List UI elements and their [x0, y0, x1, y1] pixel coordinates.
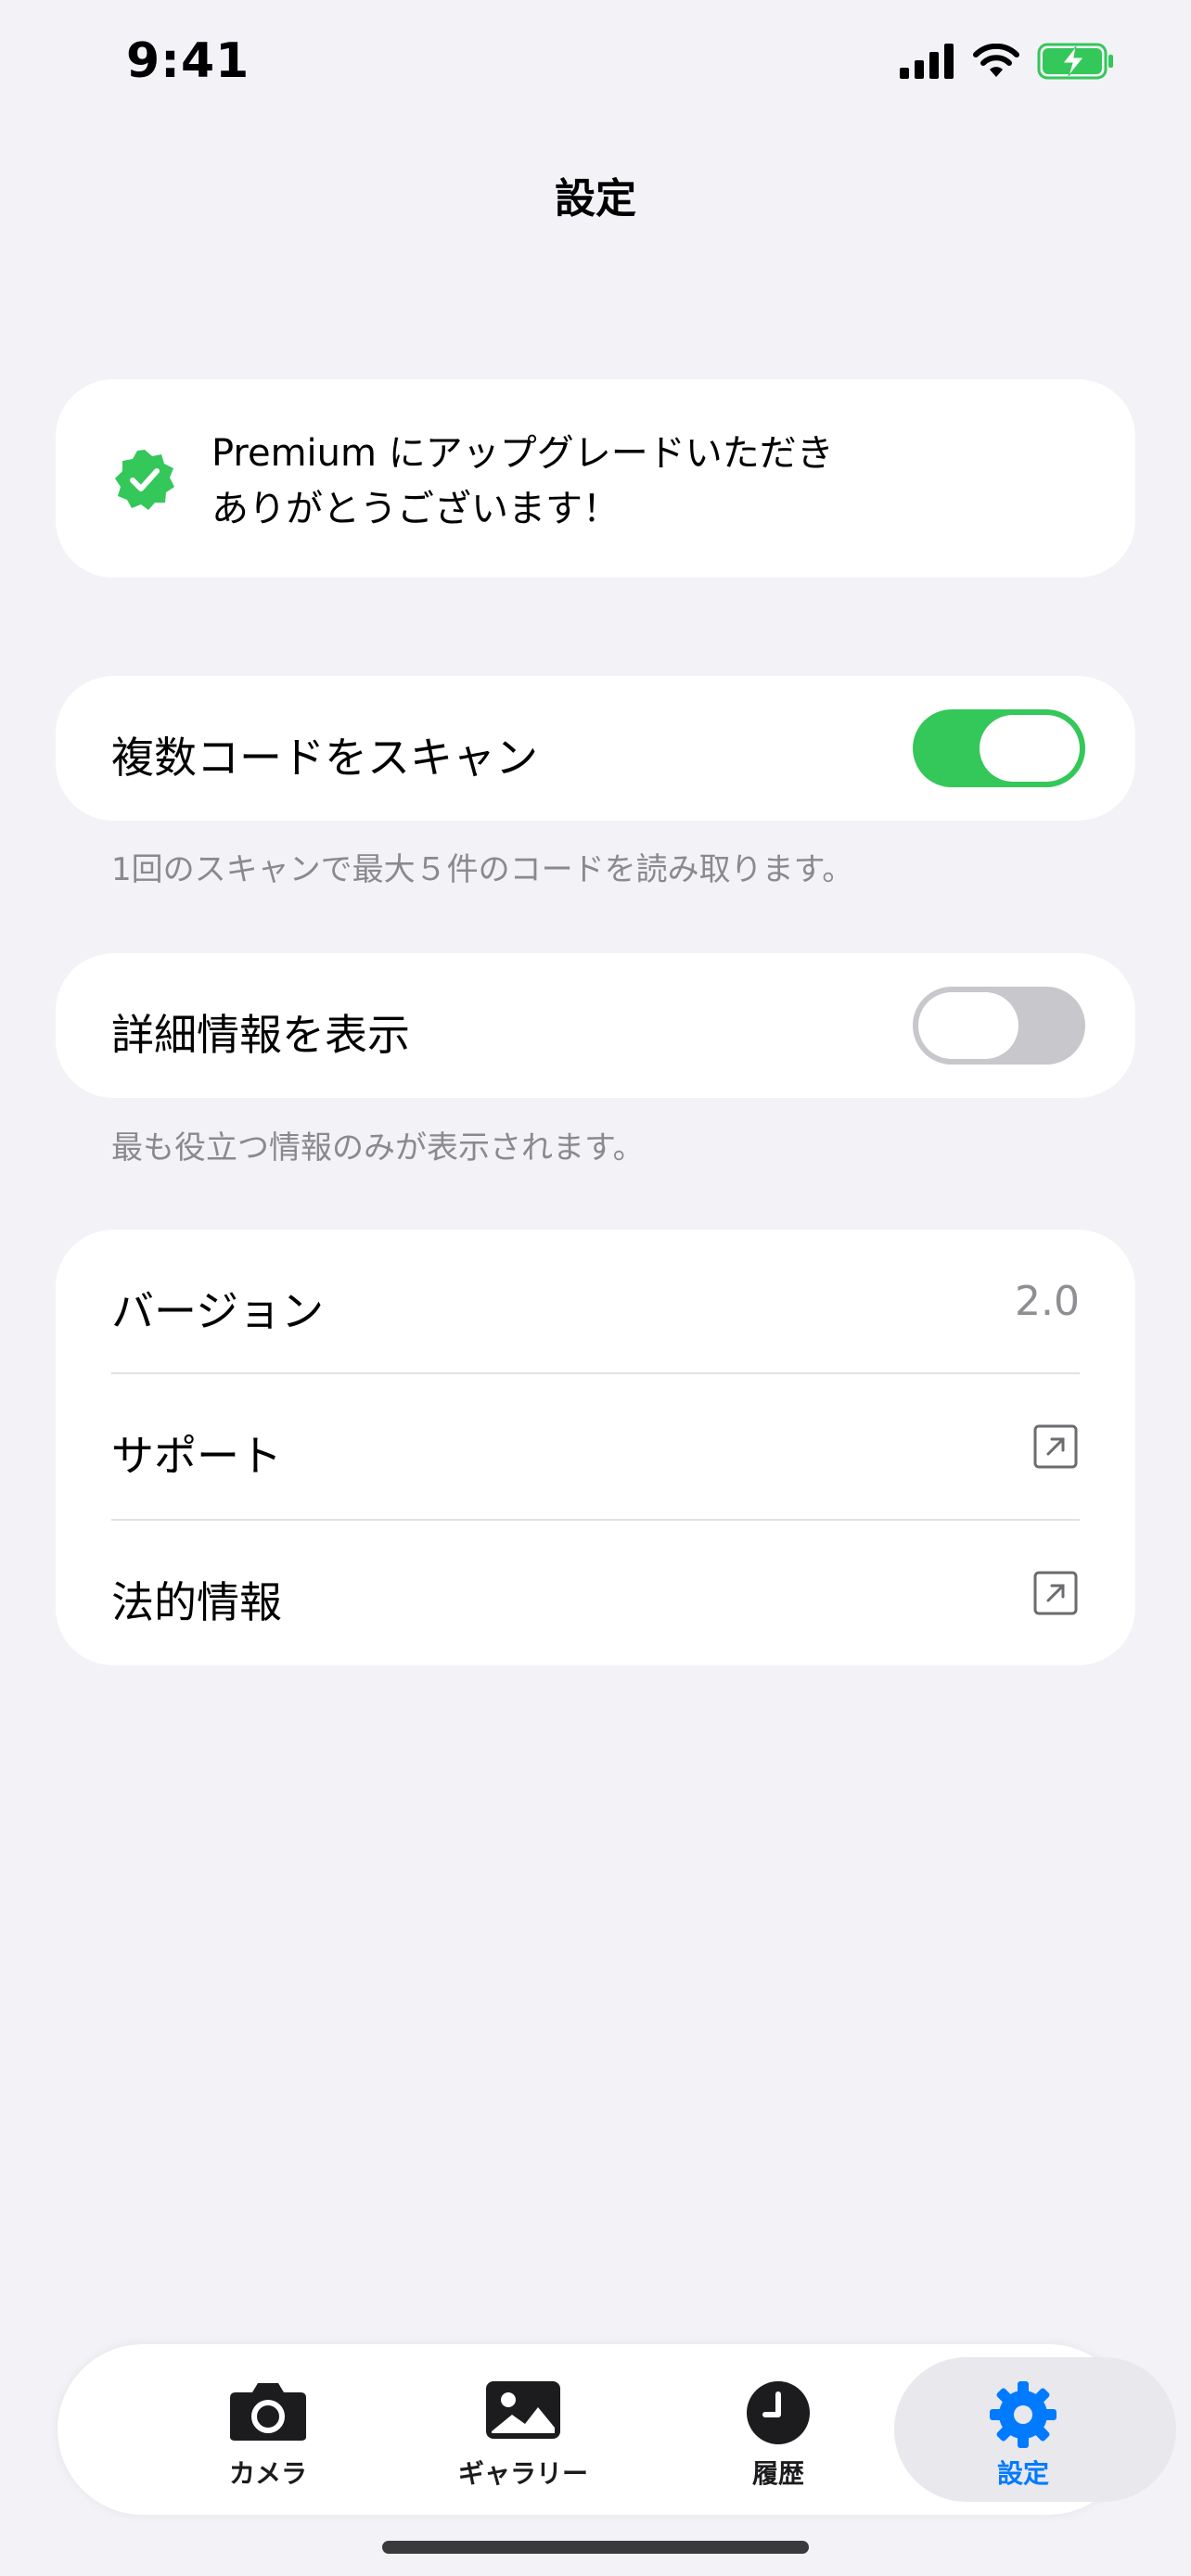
details-footnote: 最も役立つ情報のみが表示されます。: [111, 1129, 645, 1167]
battery-charging-icon: [1037, 43, 1113, 80]
version-value: 2.0: [1015, 1278, 1080, 1325]
premium-message-line2: ありがとうございます！: [211, 488, 620, 530]
details-label: 詳細情報を表示: [111, 1010, 410, 1060]
external-link-icon: [1033, 1424, 1078, 1469]
tab-label: 履歴: [751, 2458, 804, 2489]
tab-gallery[interactable]: ギャラリー: [398, 2344, 648, 2515]
version-row: バージョン 2.0: [56, 1230, 1135, 1374]
tab-history[interactable]: 履歴: [653, 2344, 903, 2515]
wifi-icon: [973, 44, 1019, 77]
home-indicator: [382, 2541, 809, 2554]
premium-message-line1: Premium にアップグレードいただき: [211, 432, 834, 475]
details-toggle[interactable]: [913, 987, 1085, 1065]
toggle-knob: [918, 992, 1018, 1059]
legal-row[interactable]: 法的情報: [56, 1521, 1135, 1665]
external-link-icon: [1033, 1571, 1078, 1615]
tab-label: 設定: [996, 2458, 1049, 2489]
cellular-signal-icon: [900, 44, 954, 79]
premium-message: Premium にアップグレードいただき ありがとうございます！: [211, 426, 834, 537]
support-row[interactable]: サポート: [56, 1374, 1135, 1519]
legal-label: 法的情報: [111, 1577, 282, 1627]
clock-icon: [747, 2381, 810, 2444]
photo-icon: [486, 2381, 560, 2439]
page-title: 設定: [555, 175, 636, 223]
tab-camera[interactable]: カメラ: [143, 2344, 393, 2515]
camera-icon: [230, 2383, 306, 2441]
tab-label: ギャラリー: [457, 2458, 588, 2489]
details-setting: 詳細情報を表示: [56, 953, 1135, 1098]
multi-scan-label: 複数コードをスキャン: [111, 733, 538, 783]
version-label: バージョン: [111, 1286, 325, 1336]
multi-scan-toggle[interactable]: [913, 709, 1085, 787]
tab-settings[interactable]: 設定: [894, 2344, 1176, 2515]
status-icons: [900, 43, 1115, 80]
gear-icon: [990, 2381, 1057, 2448]
info-list: バージョン 2.0 サポート 法的情報: [56, 1230, 1135, 1665]
premium-banner: Premium にアップグレードいただき ありがとうございます！: [56, 379, 1135, 578]
support-label: サポート: [111, 1431, 282, 1481]
status-time: 9:41: [126, 33, 250, 89]
verified-check-badge-icon: [115, 450, 174, 510]
tab-label: カメラ: [228, 2458, 307, 2489]
multi-scan-setting: 複数コードをスキャン: [56, 676, 1135, 821]
tab-bar: カメラ ギャラリー 履歴 設定: [58, 2344, 1176, 2515]
toggle-knob: [980, 715, 1080, 782]
multi-scan-footnote: 1回のスキャンで最大５件のコードを読み取ります。: [111, 851, 854, 888]
